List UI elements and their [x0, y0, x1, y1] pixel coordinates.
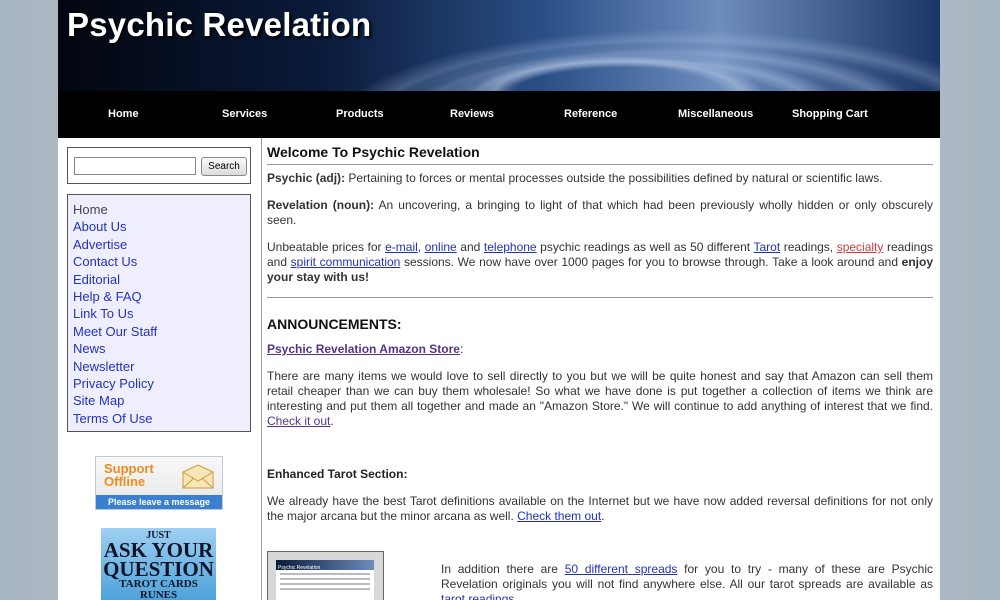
definition-revelation: Revelation (noun): An uncovering, a brin…: [267, 198, 933, 228]
divider: [267, 297, 933, 298]
nav-reference[interactable]: Reference: [564, 108, 617, 120]
online-readings-link[interactable]: online: [425, 240, 457, 254]
sidebar-item-advertise[interactable]: Advertise: [73, 236, 250, 253]
email-readings-link[interactable]: e-mail: [385, 240, 418, 254]
tarot-readings-link[interactable]: tarot readings: [441, 592, 514, 600]
spirit-communication-link[interactable]: spirit communication: [291, 255, 401, 269]
page-container: Psychic Revelation Home Services Product…: [58, 0, 940, 600]
header-banner: Psychic Revelation: [58, 0, 940, 91]
nav-products[interactable]: Products: [336, 108, 384, 120]
main-content: Welcome To Psychic Revelation Psychic (a…: [267, 145, 933, 600]
nav-home[interactable]: Home: [108, 108, 139, 120]
sidebar-item-about-us[interactable]: About Us: [73, 218, 250, 235]
tarot-heading: Enhanced Tarot Section:: [267, 467, 408, 481]
page-title: Welcome To Psychic Revelation: [267, 145, 933, 165]
site-title[interactable]: Psychic Revelation: [67, 6, 371, 44]
sidebar-item-home[interactable]: Home: [73, 201, 250, 218]
search-box: Search: [67, 147, 251, 184]
sidebar-item-editorial[interactable]: Editorial: [73, 271, 250, 288]
thumbnail-line: [280, 578, 370, 580]
telephone-readings-link[interactable]: telephone: [484, 240, 537, 254]
text: .: [514, 592, 518, 600]
text: In addition there are: [441, 562, 565, 576]
sidebar-item-contact-us[interactable]: Contact Us: [73, 253, 250, 270]
sidebar-menu: Home About Us Advertise Contact Us Edito…: [67, 194, 251, 432]
sidebar-item-news[interactable]: News: [73, 340, 250, 357]
definition-term: Revelation (noun):: [267, 198, 375, 212]
sidebar-item-meet-our-staff[interactable]: Meet Our Staff: [73, 323, 250, 340]
specialty-link[interactable]: specialty: [837, 240, 884, 254]
nav-miscellaneous[interactable]: Miscellaneous: [678, 108, 753, 120]
tarot-paragraph: We already have the best Tarot definitio…: [267, 494, 933, 524]
tarot-link[interactable]: Tarot: [754, 240, 781, 254]
search-input[interactable]: [74, 157, 196, 175]
text: .: [330, 414, 334, 428]
text: Unbeatable prices for: [267, 240, 386, 254]
spreads-link[interactable]: 50 different spreads: [565, 562, 678, 576]
thumbnail-line: [280, 588, 370, 590]
check-them-out-link[interactable]: Check them out: [517, 509, 601, 523]
text: psychic readings as well as 50 different: [536, 240, 754, 254]
amazon-heading: Psychic Revelation Amazon Store:: [267, 342, 933, 357]
spreads-paragraph: In addition there are 50 different sprea…: [441, 562, 933, 600]
support-offline-button[interactable]: Support Offline Please leave a message: [95, 456, 223, 510]
amazon-store-link[interactable]: Psychic Revelation Amazon Store: [267, 342, 460, 356]
check-it-out-link[interactable]: Check it out: [267, 414, 330, 428]
ask-question-ad[interactable]: JUST ASK YOUR QUESTION TAROT CARDS RUNES: [101, 528, 216, 600]
ad-line: QUESTION: [103, 557, 214, 581]
envelope-icon: [182, 464, 214, 489]
sidebar-item-terms-of-use[interactable]: Terms Of Use: [73, 410, 250, 427]
thumbnail-line: [280, 583, 370, 585]
announcements-title: ANNOUNCEMENTS:: [267, 316, 402, 332]
text: .: [601, 509, 605, 523]
thumbnail-title: Psychic Revelation: [278, 565, 321, 571]
ad-line: RUNES: [139, 589, 178, 600]
support-status-text: Support Offline: [104, 462, 174, 488]
definition-text: Pertaining to forces or mental processes…: [345, 171, 883, 185]
search-button[interactable]: Search: [201, 157, 247, 176]
column-divider: [261, 138, 262, 600]
amazon-paragraph: There are many items we would love to se…: [267, 369, 933, 429]
support-message-strip: Please leave a message: [96, 495, 222, 509]
definition-term: Psychic (adj):: [267, 171, 346, 185]
thumbnail-header: Psychic Revelation: [276, 560, 374, 571]
sidebar-item-help-faq[interactable]: Help & FAQ: [73, 288, 250, 305]
sidebar-item-privacy-policy[interactable]: Privacy Policy: [73, 375, 250, 392]
intro-paragraph: Unbeatable prices for e-mail, online and…: [267, 240, 933, 285]
sidebar-item-newsletter[interactable]: Newsletter: [73, 358, 250, 375]
text: There are many items we would love to se…: [267, 369, 933, 413]
nav-reviews[interactable]: Reviews: [450, 108, 494, 120]
sidebar-item-site-map[interactable]: Site Map: [73, 392, 250, 409]
tarot-thumbnail[interactable]: Psychic Revelation: [267, 551, 384, 600]
main-navigation: Home Services Products Reviews Reference…: [58, 91, 940, 138]
text: sessions. We now have over 1000 pages fo…: [400, 255, 902, 269]
text: and: [456, 240, 484, 254]
thumbnail-page: Psychic Revelation: [276, 560, 374, 600]
text: ,: [417, 240, 425, 254]
sidebar-item-link-to-us[interactable]: Link To Us: [73, 305, 250, 322]
definition-psychic: Psychic (adj): Pertaining to forces or m…: [267, 171, 933, 186]
nav-shopping-cart[interactable]: Shopping Cart: [792, 108, 868, 120]
nav-services[interactable]: Services: [222, 108, 267, 120]
text: :: [459, 342, 464, 356]
text: readings,: [780, 240, 837, 254]
offline-label: Offline: [104, 474, 146, 489]
